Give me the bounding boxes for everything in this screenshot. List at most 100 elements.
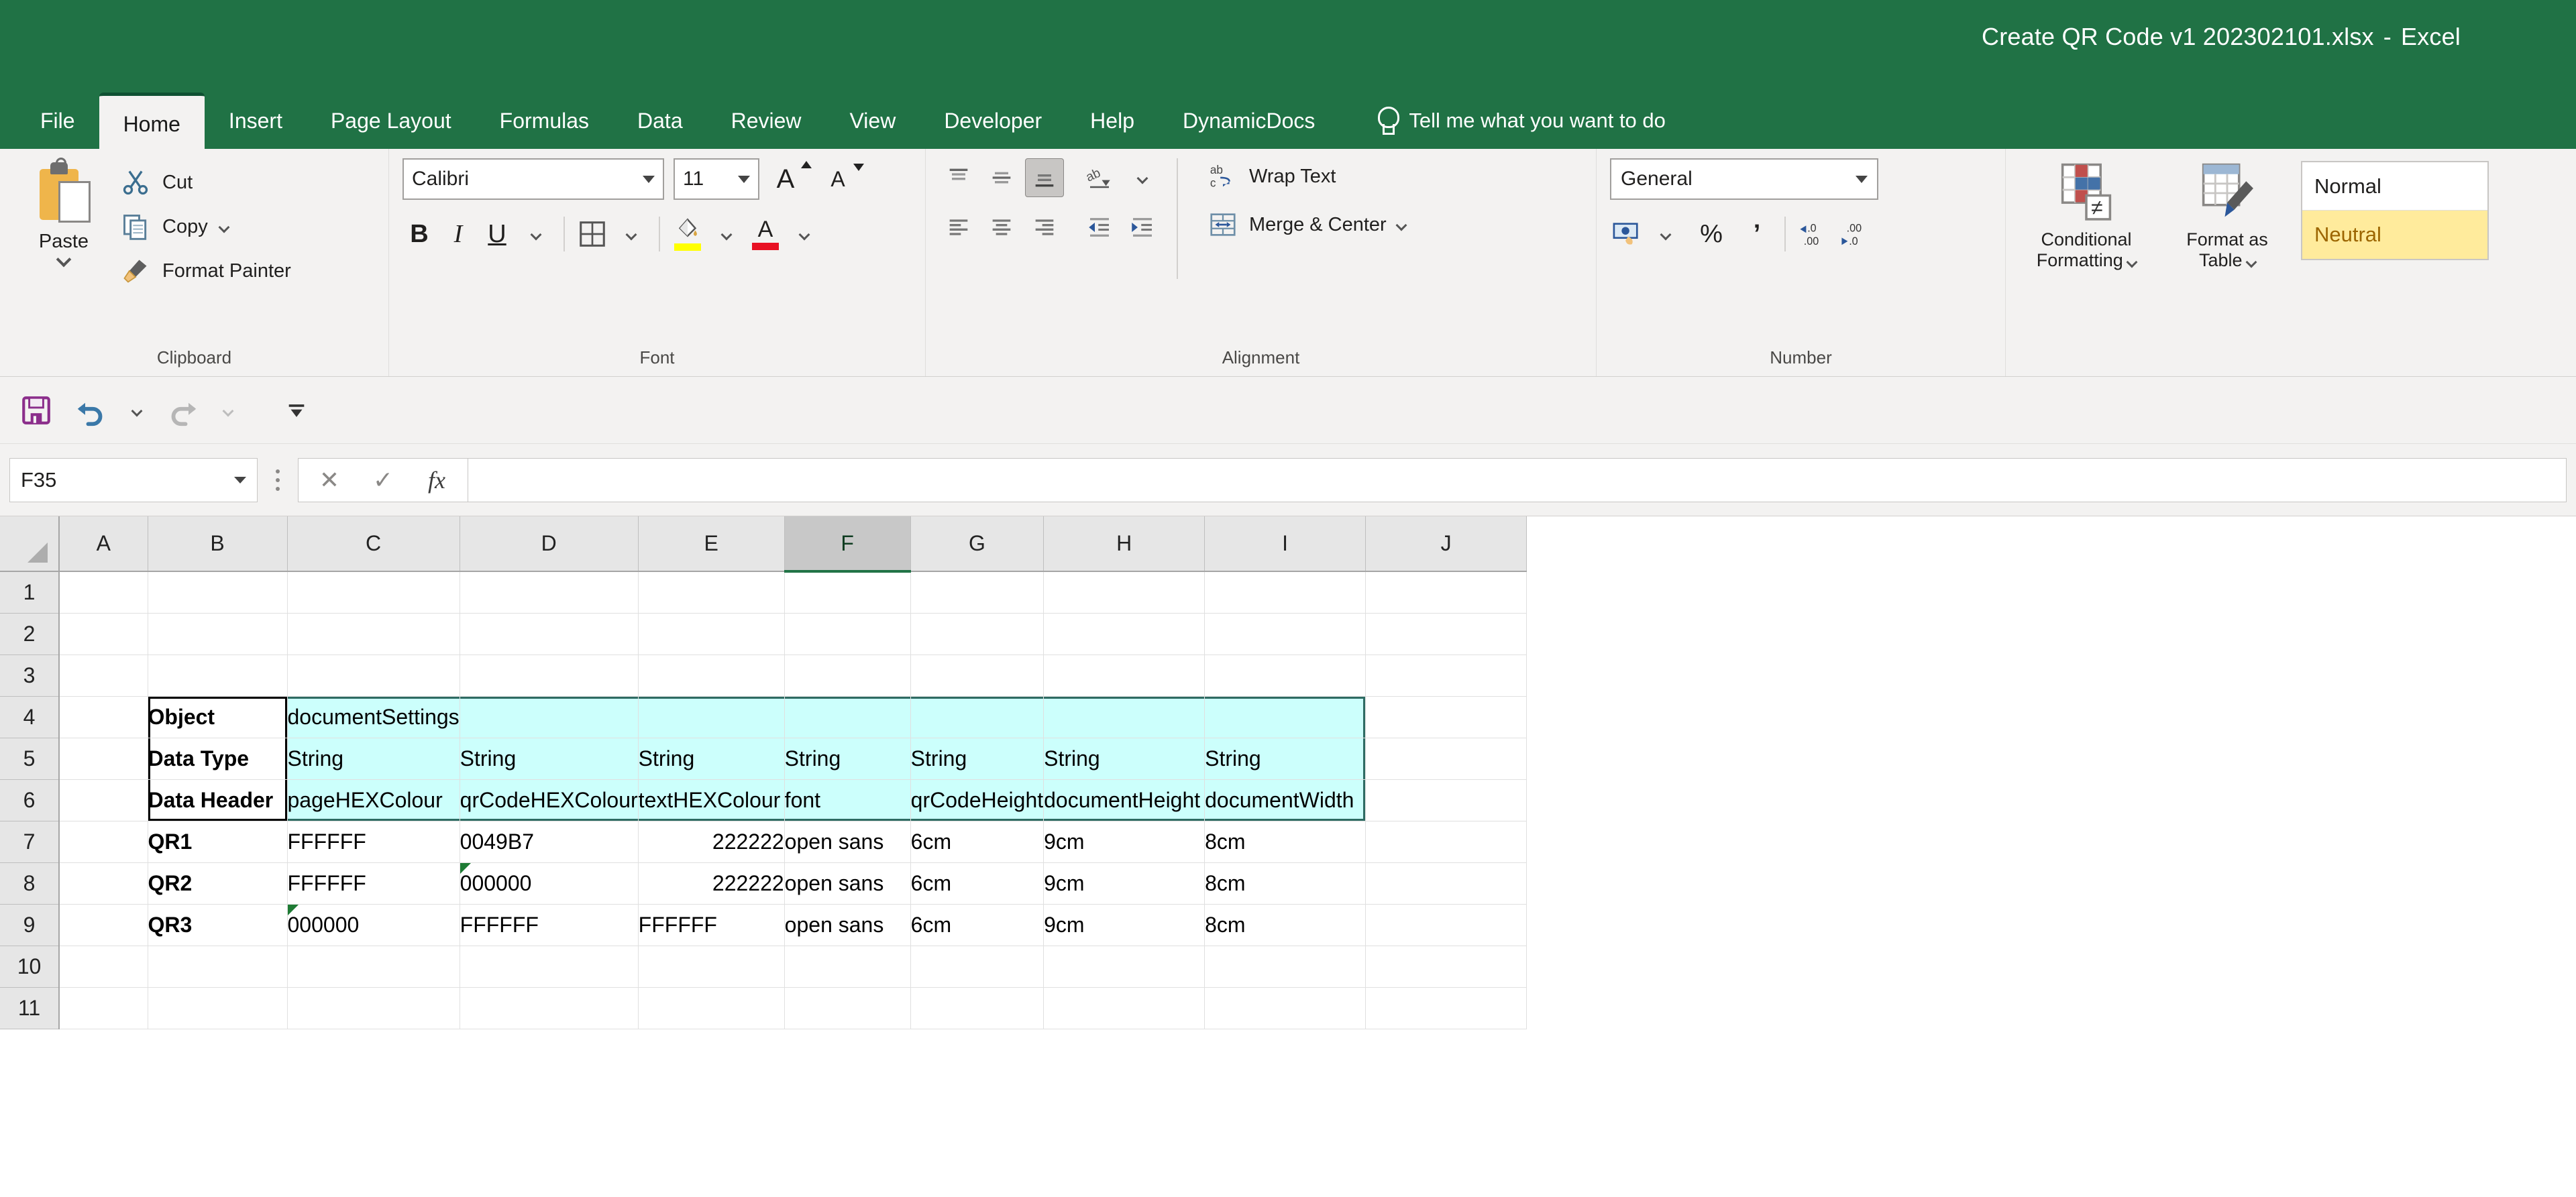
- cell-I5[interactable]: String: [1204, 738, 1366, 780]
- cell-A2[interactable]: [59, 613, 148, 655]
- save-button[interactable]: [12, 386, 60, 435]
- error-indicator-icon[interactable]: [287, 904, 299, 915]
- tell-me-search[interactable]: Tell me what you want to do: [1377, 93, 1666, 149]
- tab-review[interactable]: Review: [707, 93, 826, 149]
- cancel-formula-button[interactable]: ✕: [304, 459, 355, 501]
- cell-D5[interactable]: String: [460, 738, 639, 780]
- cell-C9[interactable]: 000000: [287, 904, 460, 946]
- borders-button[interactable]: [576, 215, 609, 253]
- cell-D2[interactable]: [460, 613, 639, 655]
- tab-insert[interactable]: Insert: [205, 93, 307, 149]
- cell-J6[interactable]: [1365, 779, 1527, 821]
- cell-I8[interactable]: 8cm: [1204, 862, 1366, 905]
- cell-C4[interactable]: documentSettings: [287, 696, 460, 738]
- cell-D10[interactable]: [460, 946, 639, 988]
- tab-data[interactable]: Data: [613, 93, 707, 149]
- row-header-9[interactable]: 9: [0, 904, 60, 946]
- tab-dynamicdocs[interactable]: DynamicDocs: [1159, 93, 1339, 149]
- cell-F4[interactable]: [784, 696, 911, 738]
- cell-B2[interactable]: [148, 613, 288, 655]
- cell-G11[interactable]: [910, 987, 1044, 1029]
- row-header-2[interactable]: 2: [0, 613, 60, 655]
- cell-I1[interactable]: [1204, 571, 1366, 614]
- cell-C6[interactable]: pageHEXColour: [287, 779, 460, 821]
- cell-A7[interactable]: [59, 821, 148, 863]
- chevron-down-icon[interactable]: [1856, 175, 1868, 183]
- row-header-11[interactable]: 11: [0, 987, 60, 1029]
- decrease-font-size-button[interactable]: A: [821, 160, 864, 198]
- align-top-button[interactable]: [939, 158, 978, 197]
- cell-G9[interactable]: 6cm: [910, 904, 1044, 946]
- cell-J4[interactable]: [1365, 696, 1527, 738]
- cell-C2[interactable]: [287, 613, 460, 655]
- bold-button[interactable]: B: [402, 215, 436, 253]
- cell-B9[interactable]: QR3: [148, 904, 288, 946]
- cell-E7[interactable]: 222222: [638, 821, 785, 863]
- cell-B11[interactable]: [148, 987, 288, 1029]
- cell-H2[interactable]: [1043, 613, 1205, 655]
- cell-D3[interactable]: [460, 654, 639, 697]
- cell-A5[interactable]: [59, 738, 148, 780]
- cell-H10[interactable]: [1043, 946, 1205, 988]
- cell-D1[interactable]: [460, 571, 639, 614]
- row-header-7[interactable]: 7: [0, 821, 60, 863]
- cell-E4[interactable]: [638, 696, 785, 738]
- cell-J5[interactable]: [1365, 738, 1527, 780]
- paste-button[interactable]: Paste: [13, 158, 114, 268]
- increase-decimal-button[interactable]: .0 .00: [1796, 215, 1833, 253]
- underline-options-button[interactable]: [519, 215, 553, 253]
- format-painter-button[interactable]: Format Painter: [114, 252, 298, 290]
- tab-home[interactable]: Home: [99, 93, 205, 149]
- row-header-8[interactable]: 8: [0, 862, 60, 905]
- align-bottom-button[interactable]: [1025, 158, 1064, 197]
- cell-G2[interactable]: [910, 613, 1044, 655]
- cell-C8[interactable]: FFFFFF: [287, 862, 460, 905]
- enter-formula-button[interactable]: ✓: [358, 459, 409, 501]
- column-header-i[interactable]: I: [1204, 516, 1366, 572]
- cell-I6[interactable]: documentWidth: [1204, 779, 1366, 821]
- tab-developer[interactable]: Developer: [920, 93, 1066, 149]
- cell-E1[interactable]: [638, 571, 785, 614]
- cell-F3[interactable]: [784, 654, 911, 697]
- cell-J1[interactable]: [1365, 571, 1527, 614]
- formula-input[interactable]: [468, 457, 2567, 502]
- cell-H1[interactable]: [1043, 571, 1205, 614]
- chevron-down-icon[interactable]: [1395, 219, 1407, 231]
- cell-F5[interactable]: String: [784, 738, 911, 780]
- column-header-c[interactable]: C: [287, 516, 460, 572]
- cell-C1[interactable]: [287, 571, 460, 614]
- align-left-button[interactable]: [939, 208, 978, 247]
- comma-style-button[interactable]: ’: [1740, 215, 1774, 253]
- row-header-5[interactable]: 5: [0, 738, 60, 780]
- cell-G1[interactable]: [910, 571, 1044, 614]
- cut-button[interactable]: Cut: [114, 164, 298, 201]
- cell-A8[interactable]: [59, 862, 148, 905]
- cell-C3[interactable]: [287, 654, 460, 697]
- cell-H11[interactable]: [1043, 987, 1205, 1029]
- cell-E3[interactable]: [638, 654, 785, 697]
- number-format-select[interactable]: General: [1610, 158, 1878, 200]
- redo-button[interactable]: [158, 386, 207, 435]
- copy-button[interactable]: Copy: [114, 208, 298, 245]
- cell-E8[interactable]: 222222: [638, 862, 785, 905]
- chevron-down-icon[interactable]: [218, 221, 230, 233]
- cell-I9[interactable]: 8cm: [1204, 904, 1366, 946]
- cell-F10[interactable]: [784, 946, 911, 988]
- cell-A1[interactable]: [59, 571, 148, 614]
- undo-button[interactable]: [67, 386, 115, 435]
- cell-A10[interactable]: [59, 946, 148, 988]
- decrease-indent-button[interactable]: [1080, 208, 1119, 247]
- customize-quick-access-toolbar-button[interactable]: [272, 386, 321, 435]
- cell-F11[interactable]: [784, 987, 911, 1029]
- cell-D11[interactable]: [460, 987, 639, 1029]
- cell-C11[interactable]: [287, 987, 460, 1029]
- chevron-down-icon[interactable]: [2126, 256, 2138, 268]
- cell-A4[interactable]: [59, 696, 148, 738]
- align-right-button[interactable]: [1025, 208, 1064, 247]
- cell-G10[interactable]: [910, 946, 1044, 988]
- undo-dropdown-button[interactable]: [122, 386, 152, 435]
- cell-F7[interactable]: open sans: [784, 821, 911, 863]
- chevron-down-icon[interactable]: [234, 476, 246, 483]
- cell-I4[interactable]: [1204, 696, 1366, 738]
- percent-style-button[interactable]: %: [1695, 215, 1728, 253]
